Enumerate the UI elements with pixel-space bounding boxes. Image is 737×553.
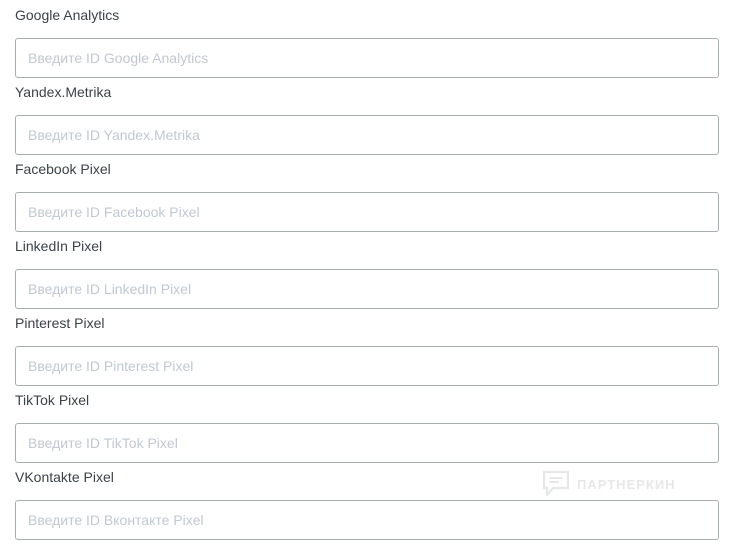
pinterest-pixel-label: Pinterest Pixel xyxy=(15,315,105,331)
vkontakte-pixel-label: VKontakte Pixel xyxy=(15,469,114,485)
pinterest-pixel-input[interactable] xyxy=(15,346,719,386)
vkontakte-pixel-field-group: VKontakte Pixel xyxy=(15,469,719,540)
tracking-pixels-form: Google Analytics Yandex.Metrika Facebook… xyxy=(0,0,737,553)
facebook-pixel-label: Facebook Pixel xyxy=(15,161,111,177)
tiktok-pixel-input[interactable] xyxy=(15,423,719,463)
google-analytics-label: Google Analytics xyxy=(15,7,120,23)
yandex-metrika-field-group: Yandex.Metrika xyxy=(15,84,719,155)
facebook-pixel-input[interactable] xyxy=(15,192,719,232)
facebook-pixel-field-group: Facebook Pixel xyxy=(15,161,719,232)
vkontakte-pixel-input[interactable] xyxy=(15,500,719,540)
google-analytics-input[interactable] xyxy=(15,38,719,78)
linkedin-pixel-input[interactable] xyxy=(15,269,719,309)
tiktok-pixel-label: TikTok Pixel xyxy=(15,392,90,408)
linkedin-pixel-field-group: LinkedIn Pixel xyxy=(15,238,719,309)
google-analytics-field-group: Google Analytics xyxy=(15,7,719,78)
yandex-metrika-label: Yandex.Metrika xyxy=(15,84,112,100)
tiktok-pixel-field-group: TikTok Pixel xyxy=(15,392,719,463)
pinterest-pixel-field-group: Pinterest Pixel xyxy=(15,315,719,386)
linkedin-pixel-label: LinkedIn Pixel xyxy=(15,238,103,254)
yandex-metrika-input[interactable] xyxy=(15,115,719,155)
